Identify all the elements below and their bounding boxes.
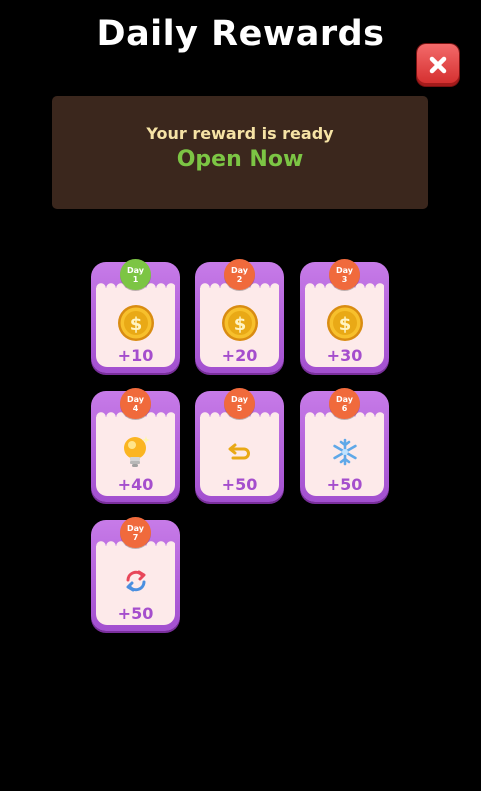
- snowflake-icon: [324, 431, 365, 472]
- page-title: Daily Rewards: [96, 14, 385, 54]
- day-badge: Day 4: [120, 388, 151, 419]
- svg-text:$: $: [338, 314, 351, 335]
- reward-amount: +50: [221, 475, 258, 494]
- day-badge: Day 2: [224, 259, 255, 290]
- reward-card-day-7[interactable]: Day 7 +50: [91, 517, 180, 631]
- reward-card-day-2[interactable]: Day 2 $ +20: [195, 259, 284, 373]
- reward-amount: +40: [117, 475, 154, 494]
- svg-text:$: $: [233, 314, 246, 335]
- lightbulb-icon: [115, 431, 156, 472]
- reward-amount: +20: [221, 346, 258, 365]
- coin-icon: $: [115, 302, 156, 343]
- reward-card-day-3[interactable]: Day 3 $ +30: [300, 259, 389, 373]
- reward-amount: +50: [117, 604, 154, 623]
- shuffle-icon: [115, 560, 156, 601]
- reward-card-day-1[interactable]: Day 1 $ +10: [91, 259, 180, 373]
- day-number: 1: [132, 274, 139, 284]
- day-label: Day: [335, 265, 353, 275]
- day-badge: Day 7: [120, 517, 151, 548]
- coin-icon: $: [219, 302, 260, 343]
- reward-card-day-6[interactable]: Day 6 +50: [300, 388, 389, 502]
- day-label: Day: [126, 523, 144, 533]
- day-label: Day: [335, 394, 353, 404]
- close-button[interactable]: [417, 44, 459, 86]
- reward-banner[interactable]: Your reward is ready Open Now: [52, 96, 428, 209]
- day-badge: Day 5: [224, 388, 255, 419]
- reward-card-day-5[interactable]: Day 5 +50: [195, 388, 284, 502]
- svg-text:$: $: [129, 314, 142, 335]
- reward-ready-text: Your reward is ready: [146, 124, 334, 143]
- reward-amount: +30: [326, 346, 363, 365]
- day-number: 3: [341, 274, 348, 284]
- day-number: 4: [132, 403, 139, 413]
- open-now-button[interactable]: Open Now: [52, 147, 428, 172]
- day-number: 5: [236, 403, 243, 413]
- day-label: Day: [126, 265, 144, 275]
- day-label: Day: [230, 265, 248, 275]
- day-number: 7: [132, 532, 139, 542]
- day-number: 2: [236, 274, 243, 284]
- reward-card-day-4[interactable]: Day 4 +40: [91, 388, 180, 502]
- day-label: Day: [230, 394, 248, 404]
- day-badge: Day 6: [329, 388, 360, 419]
- reward-amount: +10: [117, 346, 154, 365]
- close-icon: [429, 56, 447, 74]
- reward-amount: +50: [326, 475, 363, 494]
- day-number: 6: [341, 403, 348, 413]
- day-badge: Day 3: [329, 259, 360, 290]
- undo-icon: [219, 431, 260, 472]
- day-label: Day: [126, 394, 144, 404]
- day-badge: Day 1: [120, 259, 151, 290]
- coin-icon: $: [324, 302, 365, 343]
